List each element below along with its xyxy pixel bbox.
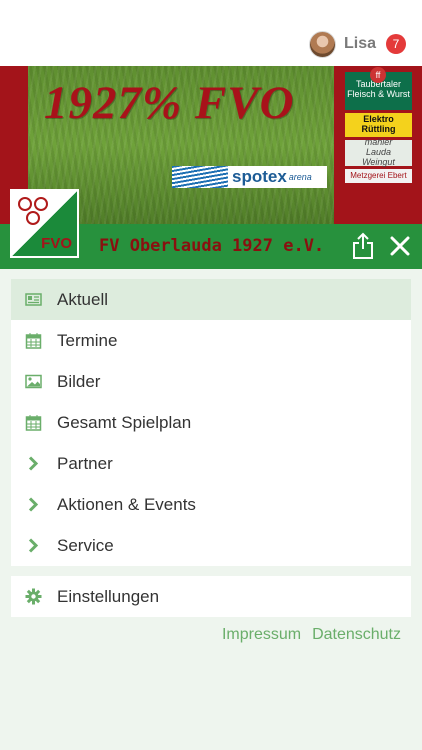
spotex-brand: spotex (232, 167, 287, 186)
sponsor-metzgerei: Metzgerei Ebert (345, 169, 412, 183)
chevron-right-icon (28, 538, 39, 553)
calendar-icon (25, 415, 42, 431)
sponsor-logos: ff Taubertaler Fleisch & Wurst Elektro R… (345, 67, 412, 186)
chevron-right-icon (28, 497, 39, 512)
menu-label: Bilder (57, 371, 101, 391)
menu-item-partner[interactable]: Partner (11, 443, 411, 484)
menu-item-aktuell[interactable]: Aktuell (11, 279, 411, 320)
nav-menu: Aktuell Termine Bilder Gesamt Spielplan … (11, 279, 411, 566)
newspaper-icon (25, 293, 42, 306)
menu-label: Einstellungen (57, 586, 160, 606)
banner-slogan: 1927% FVO (44, 77, 295, 129)
footer-links: Impressum Datenschutz (211, 626, 401, 644)
menu-label: Termine (57, 330, 118, 350)
calendar-icon (25, 333, 42, 349)
menu-item-bilder[interactable]: Bilder (11, 361, 411, 402)
logo-text: FVO (41, 235, 72, 252)
club-logo: FVO (10, 189, 79, 258)
spotex-sub: arena (288, 172, 312, 182)
chevron-right-icon (28, 456, 39, 471)
menu-label: Aktionen & Events (57, 494, 196, 514)
spotex-mark-icon (172, 166, 228, 188)
menu-item-einstellungen[interactable]: Einstellungen (11, 576, 411, 617)
sponsor-mahler: mahler Lauda Weingut (345, 137, 412, 167)
image-icon (25, 374, 42, 389)
ff-logo-icon: ff (370, 67, 386, 83)
sponsor-taubertaler: ff Taubertaler Fleisch & Wurst (345, 67, 412, 110)
menu-label: Gesamt Spielplan (57, 412, 192, 432)
menu-label: Aktuell (57, 289, 109, 309)
spotex-arena-logo: spotex arena (172, 166, 327, 188)
sponsor-elektro: Elektro Rüttling (345, 113, 412, 137)
impressum-link[interactable]: Impressum (222, 626, 301, 644)
close-icon[interactable] (388, 234, 412, 258)
menu-item-service[interactable]: Service (11, 525, 411, 566)
logo-circles-icon (18, 197, 58, 231)
datenschutz-link[interactable]: Datenschutz (312, 626, 401, 644)
top-bar: Lisa 7 (0, 0, 422, 66)
club-name: FV Oberlauda 1927 e.V. (99, 236, 325, 256)
user-profile[interactable]: Lisa 7 (308, 30, 406, 58)
menu-item-termine[interactable]: Termine (11, 320, 411, 361)
menu-label: Service (57, 535, 114, 555)
menu-item-aktionen-events[interactable]: Aktionen & Events (11, 484, 411, 525)
menu-label: Partner (57, 453, 113, 473)
user-name[interactable]: Lisa (344, 35, 376, 53)
share-icon[interactable] (350, 232, 376, 260)
menu-item-gesamt-spielplan[interactable]: Gesamt Spielplan (11, 402, 411, 443)
avatar[interactable] (308, 30, 336, 58)
gear-icon (25, 588, 42, 605)
notification-badge[interactable]: 7 (386, 34, 406, 54)
